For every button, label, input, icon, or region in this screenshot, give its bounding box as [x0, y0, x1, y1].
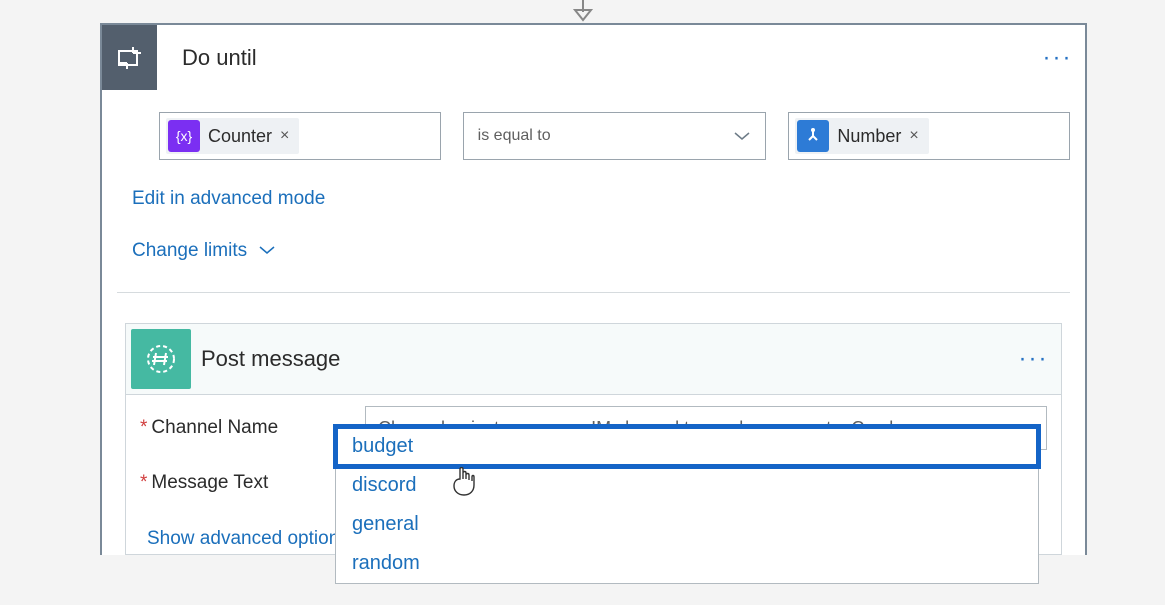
required-mark: * — [140, 417, 147, 438]
post-message-menu-button[interactable]: ··· — [1006, 345, 1061, 373]
manual-trigger-icon — [797, 120, 829, 152]
condition-right-input[interactable]: Number × — [788, 112, 1070, 160]
variable-icon: {x} — [168, 120, 200, 152]
number-token-remove[interactable]: × — [909, 127, 918, 145]
chevron-down-icon — [733, 130, 751, 142]
dropdown-option-general[interactable]: general — [336, 505, 1038, 544]
do-until-menu-button[interactable]: ··· — [1030, 44, 1085, 72]
channel-name-dropdown[interactable]: budget discord general random — [335, 426, 1039, 584]
counter-token-remove[interactable]: × — [280, 127, 289, 145]
number-token[interactable]: Number × — [795, 118, 928, 154]
show-advanced-options-link[interactable]: Show advanced options — [147, 528, 349, 550]
edit-advanced-mode-link[interactable]: Edit in advanced mode — [132, 188, 325, 209]
post-message-title: Post message — [201, 346, 1006, 372]
required-mark: * — [140, 472, 147, 493]
loop-icon — [102, 25, 157, 90]
post-message-header[interactable]: Post message ··· — [126, 324, 1061, 395]
counter-token[interactable]: {x} Counter × — [166, 118, 299, 154]
condition-operator-select[interactable]: is equal to — [463, 112, 767, 160]
condition-row: {x} Counter × is equal to — [159, 112, 1070, 160]
condition-left-input[interactable]: {x} Counter × — [159, 112, 441, 160]
dropdown-option-budget[interactable]: budget — [336, 427, 1038, 466]
do-until-title: Do until — [157, 45, 1030, 71]
dropdown-option-discord[interactable]: discord — [336, 466, 1038, 505]
dropdown-option-random[interactable]: random — [336, 544, 1038, 583]
hash-icon — [131, 329, 191, 389]
chevron-down-icon — [258, 240, 276, 261]
counter-token-label: Counter — [208, 126, 272, 147]
separator — [117, 292, 1070, 293]
channel-name-label: *Channel Name — [140, 417, 365, 439]
number-token-label: Number — [837, 126, 901, 147]
message-text-label: *Message Text — [140, 472, 365, 494]
change-limits-link[interactable]: Change limits — [132, 240, 247, 261]
operator-label: is equal to — [478, 127, 551, 145]
do-until-header[interactable]: Do until ··· — [102, 25, 1085, 90]
connector-arrow-icon — [569, 0, 597, 24]
